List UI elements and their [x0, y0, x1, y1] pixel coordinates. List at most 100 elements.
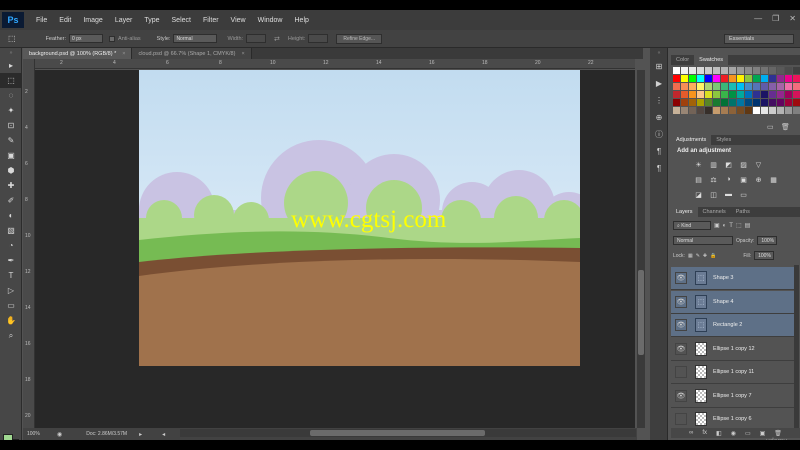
- color-swatch[interactable]: [737, 75, 744, 82]
- color-swatch[interactable]: [761, 107, 768, 114]
- menu-help[interactable]: Help: [295, 17, 309, 24]
- share-icon[interactable]: ◉: [57, 431, 62, 438]
- lock-all-icon[interactable]: 🔒: [710, 253, 716, 259]
- layer-row[interactable]: 👁 ⬚ Shape 3: [671, 267, 794, 290]
- canvas-vertical-scrollbar[interactable]: [637, 70, 645, 428]
- zoom-tool-icon[interactable]: ⌕: [0, 328, 22, 343]
- color-swatch[interactable]: [713, 83, 720, 90]
- color-swatch[interactable]: [705, 91, 712, 98]
- color-swatch[interactable]: [753, 75, 760, 82]
- color-swatch[interactable]: [753, 67, 760, 74]
- visibility-eye-icon[interactable]: 👁: [675, 272, 687, 284]
- dodge-tool-icon[interactable]: ◔: [0, 238, 22, 253]
- color-swatch[interactable]: [681, 99, 688, 106]
- color-swatch[interactable]: [689, 67, 696, 74]
- color-swatch[interactable]: [721, 67, 728, 74]
- layer-row[interactable]: Ellipse 1 copy 11: [671, 361, 794, 384]
- adjustment-icon[interactable]: ▭: [736, 187, 751, 202]
- color-swatch[interactable]: [745, 91, 752, 98]
- color-swatch[interactable]: [753, 107, 760, 114]
- tab-styles[interactable]: Styles: [711, 135, 736, 145]
- color-swatch[interactable]: [793, 83, 800, 90]
- path-select-tool-icon[interactable]: ▷: [0, 283, 22, 298]
- healing-tool-icon[interactable]: ▣: [0, 148, 22, 163]
- layers-scrollbar[interactable]: [794, 265, 799, 429]
- adjustment-icon[interactable]: ▨: [736, 157, 751, 172]
- color-swatch[interactable]: [761, 99, 768, 106]
- trash-icon[interactable]: 🗑: [774, 430, 782, 437]
- color-swatch[interactable]: [697, 99, 704, 106]
- close-icon[interactable]: ✕: [789, 14, 796, 23]
- restore-icon[interactable]: ❐: [772, 14, 779, 23]
- layer-row[interactable]: 👁 ⬚ Shape 4: [671, 290, 794, 314]
- color-swatch[interactable]: [769, 107, 776, 114]
- lasso-tool-icon[interactable]: ◌: [0, 88, 22, 103]
- new-swatch-icon[interactable]: ▭: [767, 123, 774, 131]
- color-swatch[interactable]: [745, 99, 752, 106]
- color-swatch[interactable]: [729, 75, 736, 82]
- color-swatch[interactable]: [729, 99, 736, 106]
- pen-tool-icon[interactable]: ✒: [0, 253, 22, 268]
- adjustment-icon[interactable]: ▤: [691, 172, 706, 187]
- filter-adjustment-icon[interactable]: ◐: [723, 223, 727, 229]
- close-icon[interactable]: ×: [122, 51, 125, 57]
- color-swatch[interactable]: [705, 67, 712, 74]
- antialias-checkbox[interactable]: [109, 35, 116, 42]
- group-icon[interactable]: ▭: [745, 430, 751, 437]
- color-swatch[interactable]: [681, 67, 688, 74]
- history-icon[interactable]: ⊞: [650, 58, 668, 75]
- trash-icon[interactable]: 🗑: [781, 123, 790, 131]
- adjustment-icon[interactable]: ▥: [706, 157, 721, 172]
- color-swatch[interactable]: [785, 83, 792, 90]
- new-layer-icon[interactable]: ▣: [760, 430, 766, 437]
- blend-mode-select[interactable]: Normal: [673, 236, 733, 245]
- color-swatch[interactable]: [753, 99, 760, 106]
- color-swatch[interactable]: [777, 67, 784, 74]
- doc-tab-cloud[interactable]: cloud.psd @ 66.7% (Shape 1, CMYK/8) ×: [132, 48, 252, 59]
- color-swatch[interactable]: [793, 99, 800, 106]
- menu-type[interactable]: Type: [144, 17, 159, 24]
- color-swatch[interactable]: [737, 99, 744, 106]
- menu-image[interactable]: Image: [83, 17, 102, 24]
- color-swatch[interactable]: [737, 67, 744, 74]
- workspace-select[interactable]: Essentials: [724, 34, 794, 44]
- tab-channels[interactable]: Channels: [698, 207, 731, 217]
- color-swatch[interactable]: [769, 99, 776, 106]
- adjustment-icon[interactable]: ◩: [721, 157, 736, 172]
- tab-color[interactable]: Color: [671, 55, 694, 65]
- color-swatch[interactable]: [761, 91, 768, 98]
- color-swatch[interactable]: [729, 91, 736, 98]
- color-swatch[interactable]: [705, 75, 712, 82]
- color-swatch[interactable]: [673, 83, 680, 90]
- close-icon[interactable]: ×: [241, 51, 244, 57]
- quick-select-tool-icon[interactable]: ✦: [0, 103, 22, 118]
- lock-pixels-icon[interactable]: ✎: [696, 253, 700, 259]
- menu-select[interactable]: Select: [172, 17, 191, 24]
- fx-icon[interactable]: fx: [702, 430, 707, 436]
- mask-icon[interactable]: ◧: [716, 430, 722, 437]
- color-swatch[interactable]: [737, 107, 744, 114]
- color-swatch[interactable]: [689, 75, 696, 82]
- brush-presets-icon[interactable]: ⋮: [650, 92, 668, 109]
- clone-stamp-tool-icon[interactable]: ✚: [0, 178, 22, 193]
- color-swatch[interactable]: [705, 107, 712, 114]
- tools-collapse-icon[interactable]: »: [0, 48, 22, 58]
- color-swatch[interactable]: [713, 75, 720, 82]
- color-swatch[interactable]: [721, 99, 728, 106]
- color-swatch[interactable]: [745, 107, 752, 114]
- layer-row[interactable]: 👁 Ellipse 1 copy 12: [671, 337, 794, 361]
- color-swatch[interactable]: [689, 91, 696, 98]
- color-swatch[interactable]: [793, 91, 800, 98]
- dock-collapse-icon[interactable]: «: [650, 48, 668, 58]
- layer-kind-filter[interactable]: ⌕ Kind: [673, 221, 711, 230]
- move-tool-icon[interactable]: ▸: [0, 58, 22, 73]
- color-swatch[interactable]: [777, 91, 784, 98]
- crop-tool-icon[interactable]: ⊡: [0, 118, 22, 133]
- color-swatch[interactable]: [793, 67, 800, 74]
- fill-input[interactable]: 100%: [754, 251, 775, 260]
- filter-shape-icon[interactable]: ⬚: [736, 222, 742, 229]
- color-swatch[interactable]: [705, 99, 712, 106]
- adjustment-icon[interactable]: ⊕: [751, 172, 766, 187]
- color-swatch[interactable]: [721, 107, 728, 114]
- color-swatch[interactable]: [721, 83, 728, 90]
